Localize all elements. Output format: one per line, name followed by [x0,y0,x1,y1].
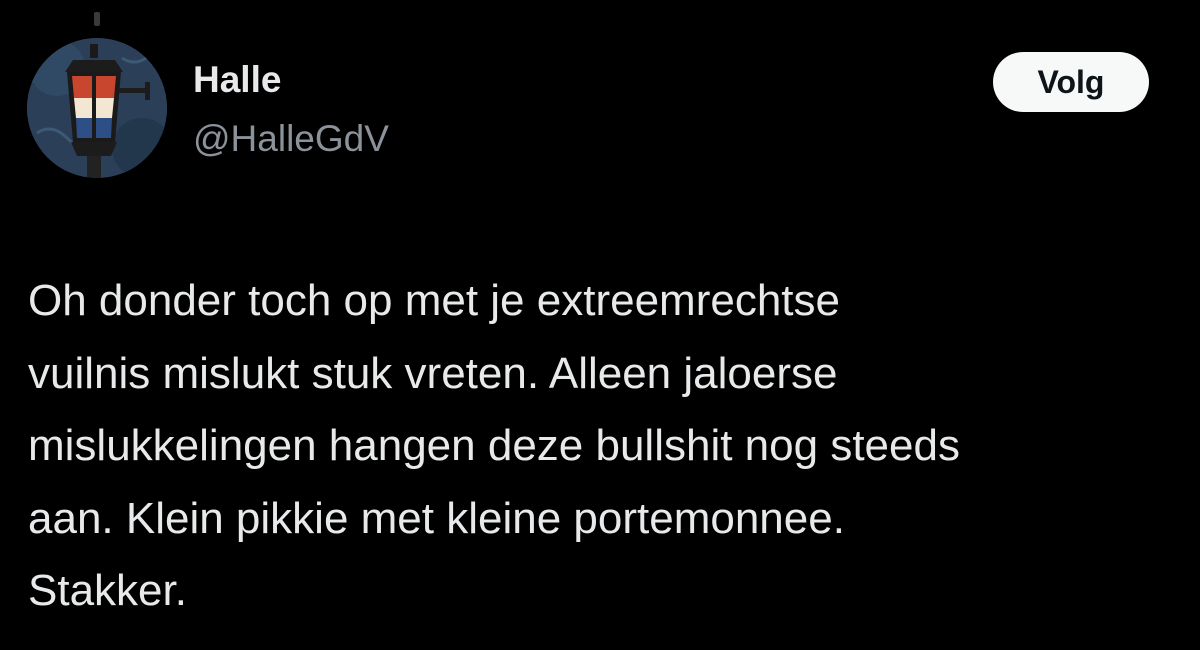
tweet-text-line: Stakker. [28,566,187,615]
author-handle[interactable]: @HalleGdV [193,117,389,161]
follow-button[interactable]: Volg [993,52,1149,112]
tweet-text-line: aan. Klein pikkie met kleine portemonnee… [28,493,845,543]
lantern-avatar-icon [27,38,167,178]
tweet-text-line: Oh donder toch op met je extreemrechtse [28,276,840,325]
tweet-card: Halle @HalleGdV Volg Oh donder toch op m… [0,0,1200,650]
tweet-text-line: vuilnis mislukt stuk vreten. Alleen jalo… [28,348,838,398]
divider-mark [94,12,100,26]
tweet-text: Oh donder toch op met je extreemrechtse … [28,265,1188,628]
avatar[interactable] [27,38,167,178]
tweet-text-line: mislukkelingen hangen deze bullshit nog … [28,421,960,470]
author-display-name[interactable]: Halle [193,58,281,102]
